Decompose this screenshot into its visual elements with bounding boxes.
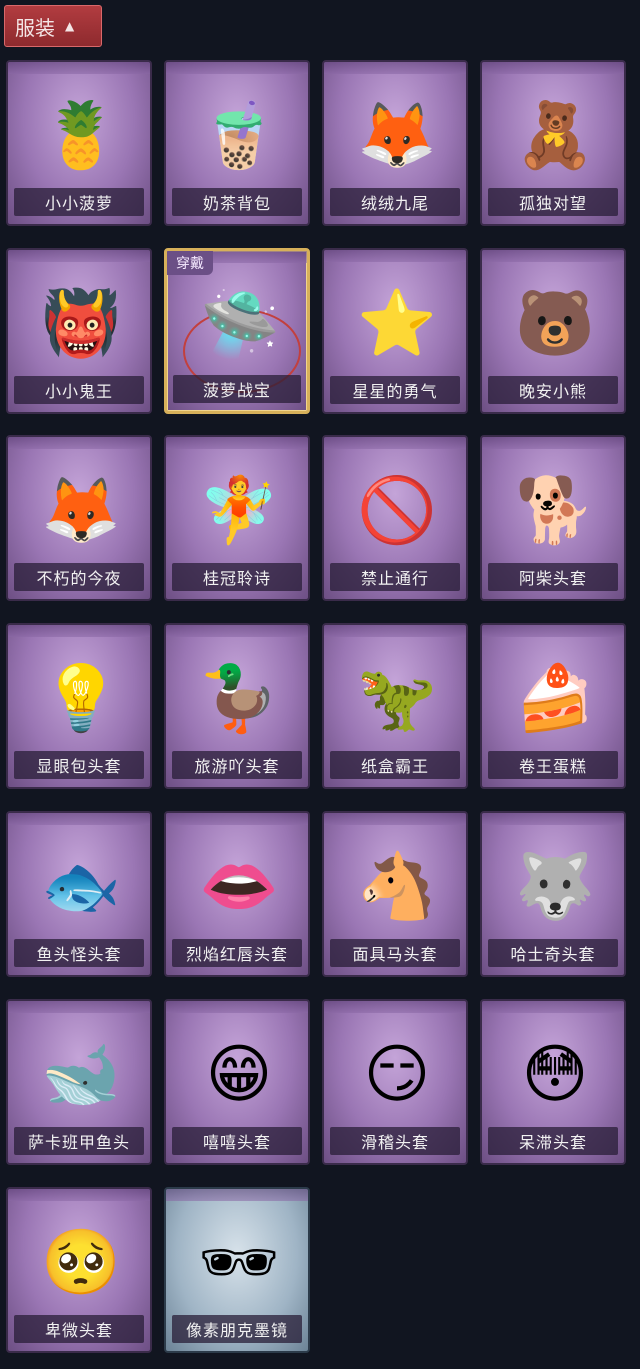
costume-label: 哈士奇头套	[488, 939, 618, 967]
good-night-bear-icon: 🐻	[515, 287, 595, 361]
husky-head-icon: 🐺	[515, 850, 595, 924]
star-courage-pendant-icon: ⭐	[357, 287, 437, 361]
costume-label: 菠萝战宝	[173, 375, 301, 403]
costume-label: 星星的勇气	[330, 376, 460, 404]
costume-card[interactable]: 🍍 小小菠萝	[6, 60, 152, 226]
costume-label: 鱼头怪头套	[14, 939, 144, 967]
costume-label: 纸盒霸王	[330, 751, 460, 779]
costume-card[interactable]: 🍰 卷王蛋糕	[480, 623, 626, 789]
costume-card[interactable]: 🦊 绒绒九尾	[322, 60, 468, 226]
costume-label: 卑微头套	[14, 1315, 144, 1343]
grin-emoji-head-icon: 😁	[205, 1038, 273, 1112]
humble-emoji-head-icon: 🥺	[41, 1226, 121, 1300]
costume-card[interactable]: 🐕 阿柴头套	[480, 435, 626, 601]
costume-card[interactable]: 穿戴 🛸 菠萝战宝	[164, 248, 310, 414]
immortal-tonight-fox-icon: 🦊	[41, 474, 121, 548]
costume-label: 小小菠萝	[14, 188, 144, 216]
costume-card[interactable]: 👄 烈焰红唇头套	[164, 811, 310, 977]
equipped-badge: 穿戴	[167, 251, 213, 275]
costume-label: 绒绒九尾	[330, 188, 460, 216]
costume-label: 禁止通行	[330, 563, 460, 591]
bulb-head-icon: 💡	[41, 662, 121, 736]
milk-tea-backpack-icon: 🧋	[199, 99, 279, 173]
costume-label: 呆滞头套	[488, 1127, 618, 1155]
costume-card[interactable]: 🦖 纸盒霸王	[322, 623, 468, 789]
costume-label: 滑稽头套	[330, 1127, 460, 1155]
nine-tail-fox-icon: 🦊	[357, 99, 437, 173]
costume-label: 像素朋克墨镜	[172, 1315, 302, 1343]
costume-card[interactable]: 🐋 萨卡班甲鱼头	[6, 999, 152, 1165]
dazed-emoji-head-icon: 😳	[521, 1038, 589, 1112]
costume-label: 小小鬼王	[14, 376, 144, 404]
pineapple-character-icon: 🍍	[41, 99, 121, 173]
costume-label: 奶茶背包	[172, 188, 302, 216]
sacabambaspis-head-icon: 🐋	[41, 1038, 121, 1112]
costume-card[interactable]: ⭐ 星星的勇气	[322, 248, 468, 414]
costume-section-toggle[interactable]: 服装 ▲	[4, 5, 102, 47]
costume-card[interactable]: 🧚 桂冠聆诗	[164, 435, 310, 601]
costume-label: 烈焰红唇头套	[172, 939, 302, 967]
costume-card[interactable]: 🚫 禁止通行	[322, 435, 468, 601]
costume-label: 嘻嘻头套	[172, 1127, 302, 1155]
little-ghost-king-icon: 👹	[41, 287, 121, 361]
costume-label: 孤独对望	[488, 188, 618, 216]
costume-label: 旅游吖头套	[172, 751, 302, 779]
costume-card[interactable]: 👹 小小鬼王	[6, 248, 152, 414]
laurel-poet-pendant-icon: 🧚	[199, 474, 279, 548]
duck-hat-head-icon: 🦆	[199, 662, 279, 736]
costume-card[interactable]: 🥺 卑微头套	[6, 1187, 152, 1353]
chevron-up-icon: ▲	[65, 19, 75, 33]
pineapple-battle-pendant-icon: 🛸	[200, 288, 280, 362]
costume-card[interactable]: 🐻 晚安小熊	[480, 248, 626, 414]
costume-label: 萨卡班甲鱼头	[14, 1127, 144, 1155]
costume-card[interactable]: 😏 滑稽头套	[322, 999, 468, 1165]
costume-card[interactable]: 🕶 像素朋克墨镜	[164, 1187, 310, 1353]
costume-card[interactable]: 😁 嘻嘻头套	[164, 999, 310, 1165]
costume-card[interactable]: 🦊 不朽的今夜	[6, 435, 152, 601]
horse-mask-head-icon: 🐴	[357, 850, 437, 924]
costume-label: 桂冠聆诗	[172, 563, 302, 591]
section-title: 服装	[15, 15, 55, 40]
costume-card[interactable]: 🐺 哈士奇头套	[480, 811, 626, 977]
costume-card[interactable]: 🦆 旅游吖头套	[164, 623, 310, 789]
costume-label: 卷王蛋糕	[488, 751, 618, 779]
costume-card[interactable]: 😳 呆滞头套	[480, 999, 626, 1165]
costume-card[interactable]: 🧋 奶茶背包	[164, 60, 310, 226]
costume-label: 晚安小熊	[488, 376, 618, 404]
red-lips-head-icon: 👄	[199, 850, 279, 924]
no-entry-cone-icon: 🚫	[357, 474, 437, 548]
cardboard-dino-icon: 🦖	[357, 662, 437, 736]
costume-card[interactable]: 🐟 鱼头怪头套	[6, 811, 152, 977]
costume-card[interactable]: 💡 显眼包头套	[6, 623, 152, 789]
fish-head-icon: 🐟	[41, 850, 121, 924]
shiba-head-icon: 🐕	[515, 474, 595, 548]
costume-card[interactable]: 🐴 面具马头套	[322, 811, 468, 977]
pixel-sunglasses-icon: 🕶	[198, 1226, 280, 1300]
costume-label: 不朽的今夜	[14, 563, 144, 591]
costume-card[interactable]: 🧸 孤独对望	[480, 60, 626, 226]
roll-cake-head-icon: 🍰	[515, 662, 595, 736]
costume-label: 显眼包头套	[14, 751, 144, 779]
costume-label: 面具马头套	[330, 939, 460, 967]
costume-label: 阿柴头套	[488, 563, 618, 591]
lonely-gaze-pendant-icon: 🧸	[515, 99, 595, 173]
sly-emoji-head-icon: 😏	[363, 1038, 431, 1112]
